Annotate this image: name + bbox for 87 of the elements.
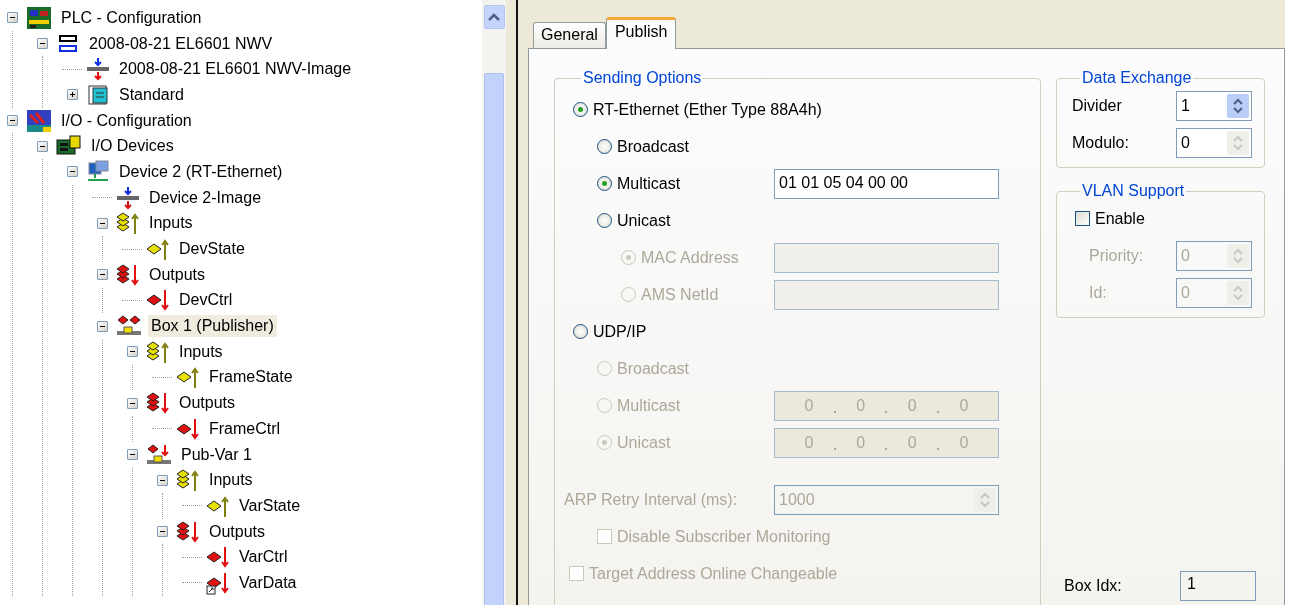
field-label: Priority: (1089, 246, 1144, 265)
radio-button[interactable] (597, 213, 612, 228)
tree-item[interactable]: I/O - Configuration (58, 109, 195, 132)
tree-item[interactable]: Outputs (206, 520, 269, 543)
radio-button[interactable] (597, 176, 612, 191)
collapse-icon[interactable] (6, 12, 18, 24)
tree-item[interactable]: Device 2-Image (146, 186, 265, 209)
collapse-icon[interactable] (96, 269, 108, 281)
tab[interactable]: General (533, 22, 606, 48)
collapse-icon[interactable] (126, 449, 138, 461)
collapse-icon[interactable] (96, 320, 108, 332)
tree-item[interactable]: 2008-08-21 EL6601 NWV-Image (116, 58, 355, 81)
output-variable-icon (206, 545, 230, 570)
option-label[interactable]: UDP/IP (593, 322, 647, 341)
chevron-up-icon (488, 13, 500, 21)
scrollbar-thumb[interactable] (484, 73, 504, 605)
tree-item[interactable]: FrameState (206, 366, 296, 389)
collapse-icon[interactable] (156, 474, 168, 486)
output-variable-icon (206, 570, 230, 595)
checkbox-label[interactable]: Enable (1095, 209, 1145, 228)
collapse-icon[interactable] (36, 38, 48, 50)
inputs-icon (146, 339, 170, 364)
collapse-icon[interactable] (6, 115, 18, 127)
tree-item[interactable]: VarCtrl (236, 546, 291, 569)
tree-item[interactable]: Outputs (146, 263, 209, 286)
task-icon (86, 82, 110, 107)
outputs-icon (176, 519, 200, 544)
collapse-icon[interactable] (36, 140, 48, 152)
inputs-icon (176, 468, 200, 493)
collapse-icon[interactable] (156, 526, 168, 538)
checkbox[interactable] (1075, 211, 1090, 226)
outputs-icon (116, 262, 140, 287)
io-icon (26, 108, 52, 133)
inputs-icon (116, 211, 140, 236)
field-label: ARP Retry Interval (ms): (564, 490, 738, 509)
image-icon (86, 57, 110, 82)
tree-item[interactable]: Inputs (146, 212, 196, 235)
spin-buttons-icon[interactable] (1227, 93, 1249, 118)
plc-icon (26, 5, 52, 30)
field-label: Modulo: (1072, 133, 1129, 152)
tree-item[interactable]: VarData (236, 571, 300, 594)
option-label[interactable]: RT-Ethernet (Ether Type 88A4h) (593, 100, 822, 119)
field-label: Divider (1072, 96, 1122, 115)
image-icon (116, 185, 140, 210)
spin-field[interactable]: 1 (1176, 90, 1252, 121)
outputs-icon (146, 391, 170, 416)
tree-item[interactable]: Inputs (206, 469, 256, 492)
network-icon (86, 159, 110, 184)
tree-item[interactable]: DevState (176, 238, 248, 261)
field-label: Id: (1089, 283, 1107, 302)
tree-item[interactable]: DevCtrl (176, 289, 236, 312)
radio-button[interactable] (573, 102, 588, 117)
tree-item[interactable]: VarState (236, 494, 304, 517)
collapse-icon[interactable] (96, 217, 108, 229)
input-variable-icon (176, 365, 200, 390)
tree-item[interactable]: Box 1 (Publisher) (148, 315, 277, 338)
publisher-variable-icon (146, 442, 172, 467)
group-title: Data Exchange (1081, 69, 1193, 87)
tree-item[interactable]: Standard (116, 83, 187, 106)
expand-icon[interactable] (66, 89, 78, 101)
tree-item[interactable]: I/O Devices (88, 135, 177, 158)
tree-item[interactable]: Device 2 (RT-Ethernet) (116, 160, 286, 183)
box-index-field[interactable]: 1 (1180, 571, 1256, 601)
scroll-up-button[interactable] (483, 5, 505, 29)
group-title: Sending Options (582, 69, 703, 87)
collapse-icon[interactable] (126, 346, 138, 358)
spin-field[interactable]: 0 (1176, 127, 1252, 158)
output-variable-icon (176, 416, 200, 441)
collapse-icon[interactable] (66, 166, 78, 178)
address-field[interactable]: 01 01 05 04 00 00 (774, 168, 999, 199)
radio-button[interactable] (597, 139, 612, 154)
tree-item[interactable]: 2008-08-21 EL6601 NWV (86, 32, 276, 55)
tree-item[interactable]: Outputs (176, 392, 239, 415)
option-label[interactable]: Unicast (617, 211, 671, 230)
option-label[interactable]: Broadcast (617, 137, 690, 156)
tree-item[interactable]: FrameCtrl (206, 417, 284, 440)
input-variable-icon (146, 237, 170, 262)
group-title: VLAN Support (1081, 182, 1186, 200)
radio-button[interactable] (573, 324, 588, 339)
option-label[interactable]: Multicast (617, 174, 681, 193)
tree-item[interactable]: PLC - Configuration (58, 6, 205, 29)
tab[interactable]: Publish (605, 17, 677, 49)
field-label: Box Idx: (1064, 577, 1122, 595)
tree-item[interactable]: Pub-Var 1 (178, 443, 255, 466)
collapse-icon[interactable] (126, 397, 138, 409)
tree-item[interactable]: Inputs (176, 340, 226, 363)
output-variable-icon (146, 288, 170, 313)
